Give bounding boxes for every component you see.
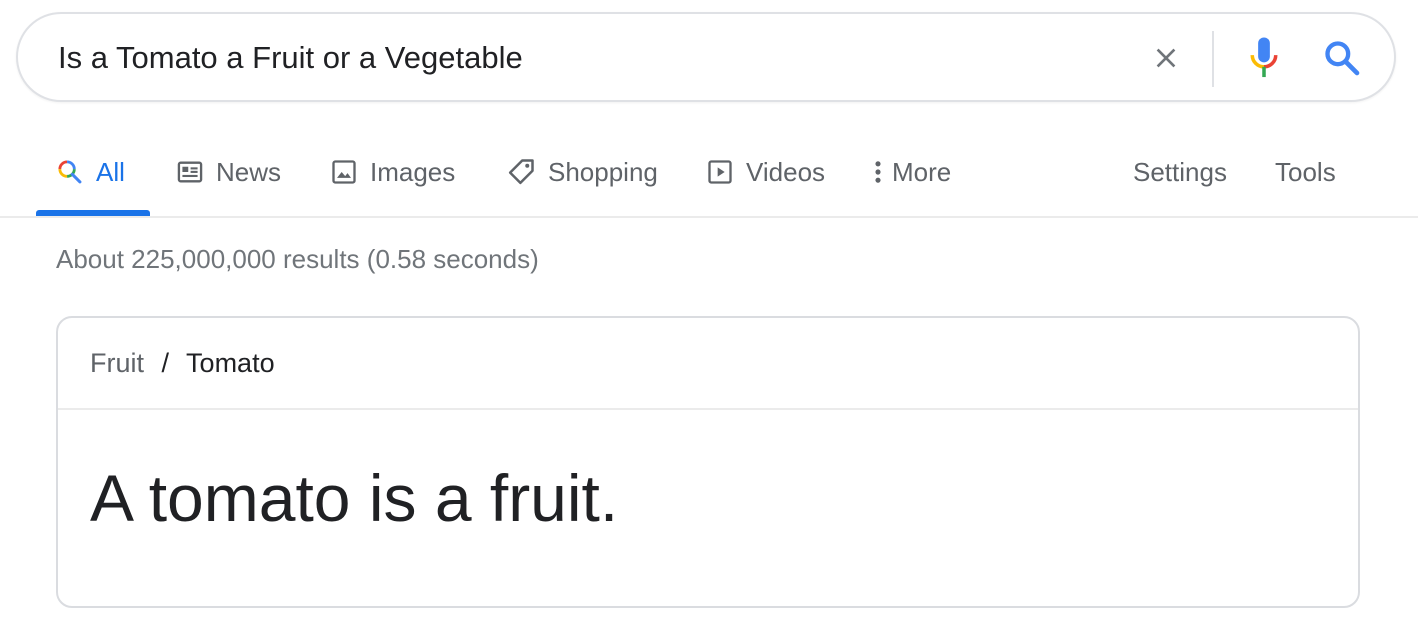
- tab-news[interactable]: News: [176, 152, 281, 192]
- search-icon: [1325, 41, 1360, 76]
- answer-text: A tomato is a fruit.: [90, 461, 619, 535]
- news-icon: [176, 158, 204, 186]
- video-icon: [706, 158, 734, 186]
- search-input[interactable]: [58, 36, 1098, 80]
- search-bar-divider: [1212, 31, 1214, 87]
- tools-label: Tools: [1275, 156, 1336, 187]
- image-icon: [330, 158, 358, 186]
- card-divider: [58, 408, 1358, 410]
- tab-shopping-label: Shopping: [548, 156, 658, 187]
- settings-label: Settings: [1133, 156, 1227, 187]
- tab-news-label: News: [216, 156, 282, 187]
- tab-more[interactable]: More: [872, 152, 951, 192]
- settings-link[interactable]: Settings: [1133, 152, 1227, 192]
- tab-shopping[interactable]: Shopping: [506, 152, 658, 192]
- close-icon: [1156, 48, 1176, 68]
- answer-card: Fruit / Tomato A tomato is a fruit.: [56, 316, 1360, 608]
- tab-all-label: All: [96, 156, 125, 187]
- search-bar: [16, 12, 1396, 102]
- breadcrumb-current: Tomato: [186, 348, 275, 378]
- clear-search-button[interactable]: [1144, 36, 1188, 80]
- search-results-page: All News Images: [0, 0, 1418, 628]
- search-submit-button[interactable]: [1318, 34, 1366, 82]
- microphone-icon: [1250, 37, 1278, 78]
- tab-images[interactable]: Images: [330, 152, 455, 192]
- tab-videos[interactable]: Videos: [706, 152, 825, 192]
- voice-search-button[interactable]: [1240, 34, 1288, 82]
- more-vert-icon: [872, 158, 884, 186]
- breadcrumb: Fruit / Tomato: [90, 348, 275, 379]
- tabs-divider: [0, 216, 1418, 218]
- tab-more-label: More: [892, 156, 952, 187]
- breadcrumb-parent[interactable]: Fruit: [90, 348, 144, 378]
- tab-videos-label: Videos: [746, 156, 826, 187]
- search-tabs: All News Images Shopping Videos More Set…: [36, 138, 1418, 216]
- tab-all[interactable]: All: [56, 152, 125, 192]
- tab-images-label: Images: [370, 156, 456, 187]
- search-icon: [56, 158, 84, 186]
- breadcrumb-separator: /: [161, 348, 170, 378]
- tag-icon: [506, 157, 536, 187]
- result-stats: About 225,000,000 results (0.58 seconds): [56, 244, 539, 274]
- tools-link[interactable]: Tools: [1275, 152, 1336, 192]
